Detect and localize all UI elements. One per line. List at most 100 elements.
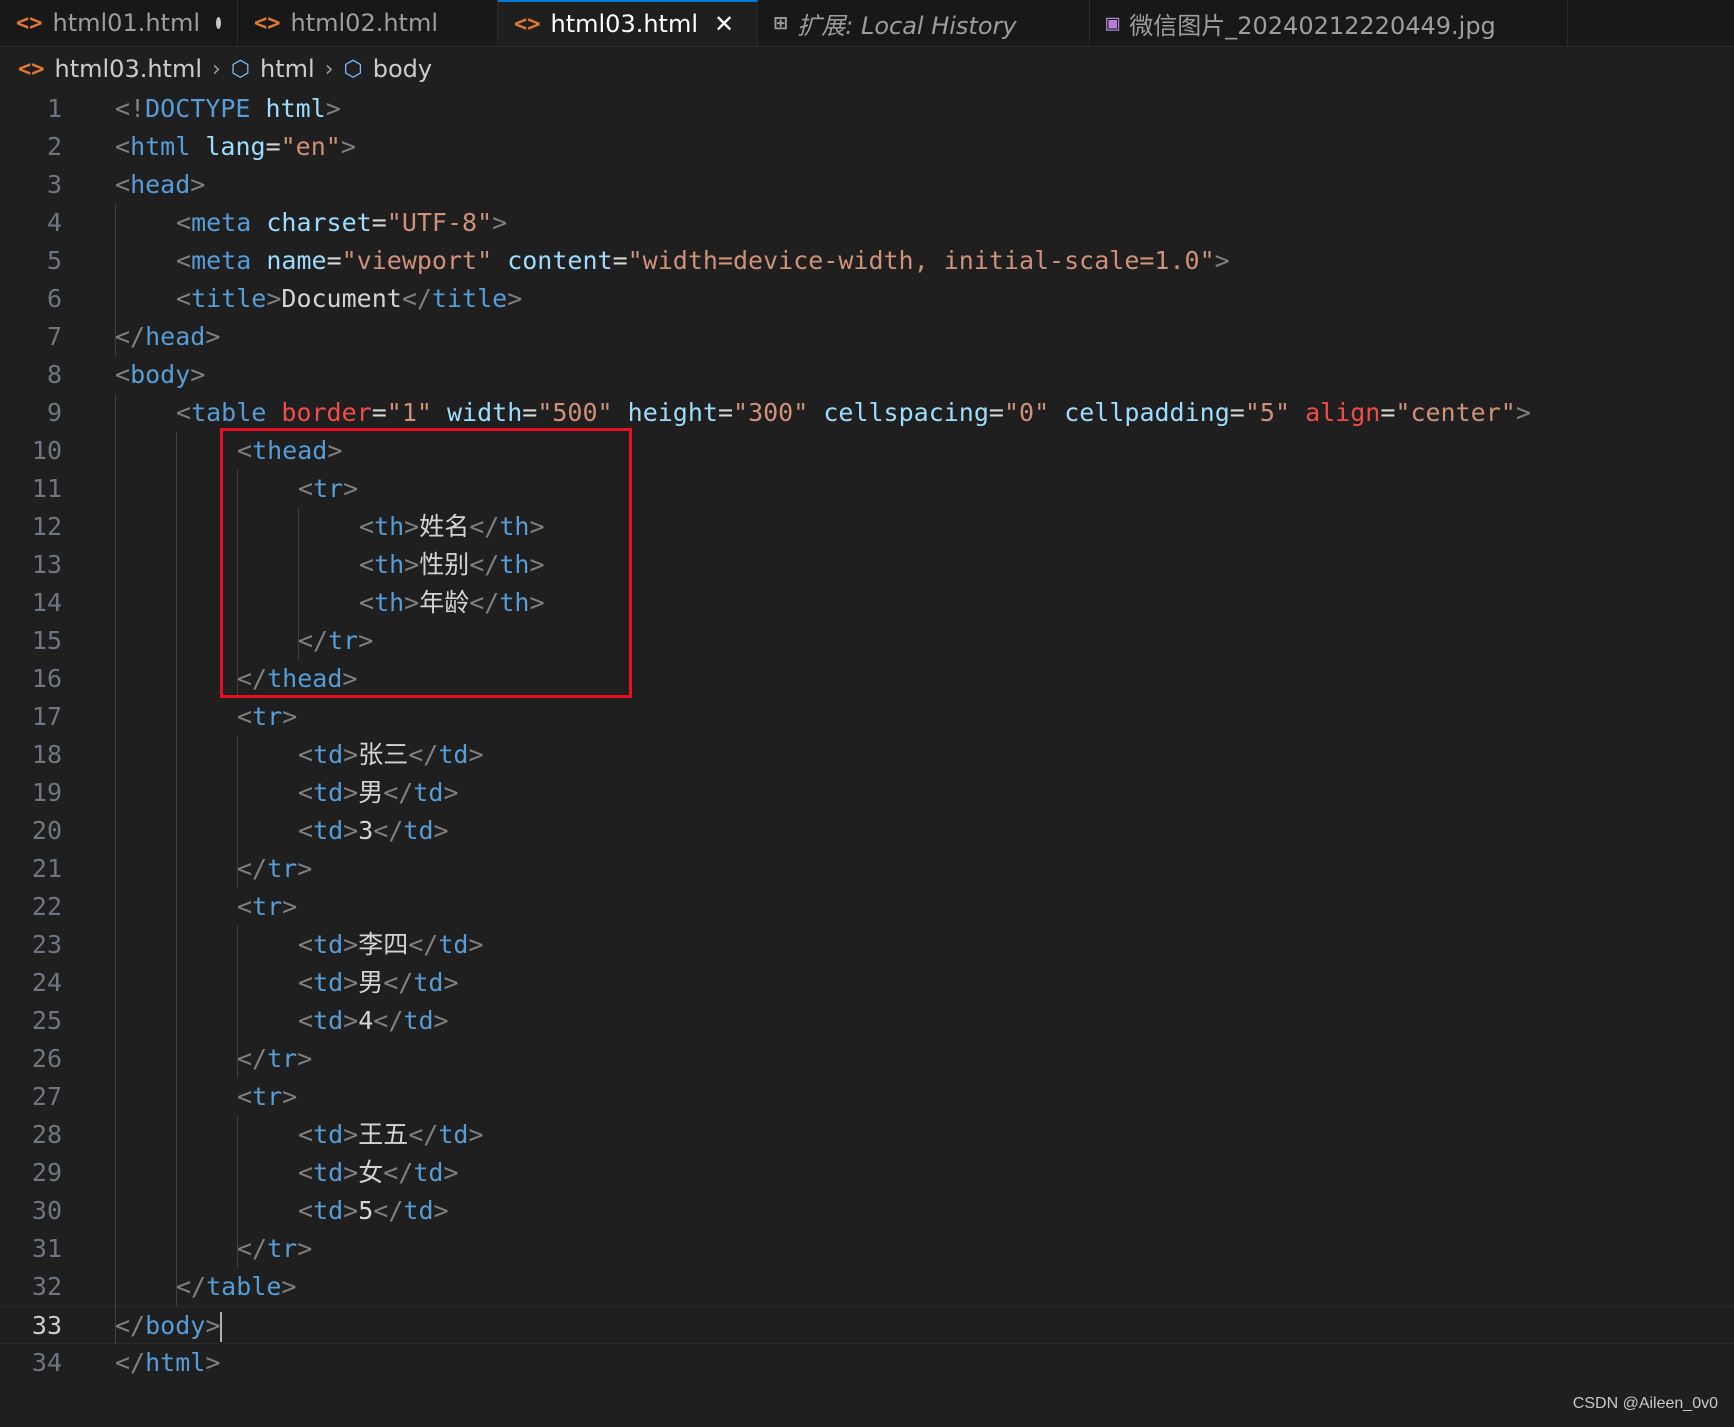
code-token: </ [408,740,439,769]
line-number: 16 [31,664,62,693]
code-token: < [298,1196,314,1225]
code-line[interactable]: 22 <tr> [0,888,1734,926]
code-line[interactable]: 20 <td>3</td> [0,812,1734,850]
code-line[interactable]: 23 <td>李四</td> [0,926,1734,964]
breadcrumb-html[interactable]: html [260,55,315,83]
tab-label: html03.html [550,10,699,38]
text-cursor [220,1312,223,1342]
line-number: 18 [31,740,62,769]
line-number: 3 [46,170,62,199]
code-token: cellpadding [1064,398,1230,427]
code-token: td [313,930,344,959]
code-line[interactable]: 1 <!DOCTYPE html> [0,90,1734,128]
indent-guide [237,736,238,888]
code-line[interactable]: 18 <td>张三</td> [0,736,1734,774]
code-line[interactable]: 6 <title>Document</title> [0,280,1734,318]
tab-html01[interactable]: <> html01.html [0,0,238,46]
line-number: 7 [46,322,62,351]
code-line[interactable]: 34 </html> [0,1344,1734,1382]
code-token: < [298,740,314,769]
code-text: <td>李四</td> [298,926,484,964]
code-token: </ [237,1234,268,1263]
code-line[interactable]: 25 <td>4</td> [0,1002,1734,1040]
code-text: <td>男</td> [298,774,459,812]
code-line[interactable]: 9 <table border="1" width="500" height="3… [0,394,1734,432]
code-line[interactable]: 19 <td>男</td> [0,774,1734,812]
code-line[interactable]: 31 </tr> [0,1230,1734,1268]
code-text: <meta charset="UTF-8"> [176,204,507,242]
html-file-icon: <> [254,10,281,36]
line-number: 20 [31,816,62,845]
code-line[interactable]: 29 <td>女</td> [0,1154,1734,1192]
code-line[interactable]: 17 <tr> [0,698,1734,736]
code-line[interactable]: 2 <html lang="en"> [0,128,1734,166]
code-text: <!DOCTYPE html> [115,90,341,128]
code-token: width [446,398,523,427]
code-token: </ [373,816,404,845]
code-editor[interactable]: 1 <!DOCTYPE html> 2 <html lang="en"> 3 <head>… [0,90,1734,1390]
tab-html02[interactable]: <> html02.html [238,0,498,46]
code-line[interactable]: 24 <td>男</td> [0,964,1734,1002]
code-line[interactable]: 7 </head> [0,318,1734,356]
code-token: > [1214,246,1230,275]
code-token: > [190,360,206,389]
line-number: 24 [31,968,62,997]
tab-label: 扩展: Local History [797,11,1017,40]
line-number: 29 [31,1158,62,1187]
code-token: </ [115,1311,146,1340]
code-token: 男 [358,778,384,807]
line-number: 10 [31,436,62,465]
code-token: < [176,208,192,237]
indent-guide [237,1116,238,1268]
code-token: td [313,778,344,807]
code-line[interactable]: 32 </table> [0,1268,1734,1306]
code-line[interactable]: 21 </tr> [0,850,1734,888]
code-token: tr [252,702,283,731]
breadcrumb-body[interactable]: body [373,55,432,83]
code-line[interactable]: 28 <td>王五</td> [0,1116,1734,1154]
indent-guide [115,394,116,1344]
code-token: = [371,398,387,427]
tab-local-history[interactable]: ⊞ 扩展: Local History [758,0,1090,46]
code-line[interactable]: 5 <meta name="viewport" content="width=de… [0,242,1734,280]
code-token: = [1229,398,1245,427]
code-token: head [145,322,206,351]
symbol-element-icon: ⬡ [230,56,251,82]
close-icon[interactable]: ✕ [714,10,734,38]
code-token: > [343,1006,359,1035]
code-line[interactable]: 27 <tr> [0,1078,1734,1116]
code-text: </tr> [237,1230,312,1268]
line-number: 22 [31,892,62,921]
code-text: <html lang="en"> [115,128,356,166]
code-token: > [343,1196,359,1225]
code-line[interactable]: 26 </tr> [0,1040,1734,1078]
code-line[interactable]: 33 </body> [0,1306,1734,1344]
watermark: CSDN @Aileen_0v0 [1572,1395,1718,1412]
code-text: <td>3</td> [298,812,449,850]
unsaved-dot-icon[interactable] [216,17,221,29]
line-number: 5 [46,246,62,275]
tab-html03[interactable]: <> html03.html ✕ [498,0,758,46]
code-token: 男 [358,968,384,997]
code-token: < [298,968,314,997]
code-token: DOCTYPE [145,94,251,123]
code-line[interactable]: 30 <td>5</td> [0,1192,1734,1230]
code-token: td [313,1196,344,1225]
code-token: > [266,284,282,313]
tab-image-file[interactable]: ▣ 微信图片_20240212220449.jpg [1090,0,1568,46]
code-token: > [468,1120,484,1149]
code-line[interactable]: 8 <body> [0,356,1734,394]
code-token: td [403,1006,434,1035]
code-token: "en" [280,132,341,161]
code-token: </ [408,930,439,959]
code-token: < [237,702,253,731]
code-token: </ [115,1348,146,1377]
code-line[interactable]: 3 <head> [0,166,1734,204]
code-line[interactable]: 4 <meta charset="UTF-8"> [0,204,1734,242]
code-token: title [191,284,267,313]
html-file-icon: <> [514,11,541,37]
breadcrumb-file[interactable]: html03.html [55,55,203,83]
